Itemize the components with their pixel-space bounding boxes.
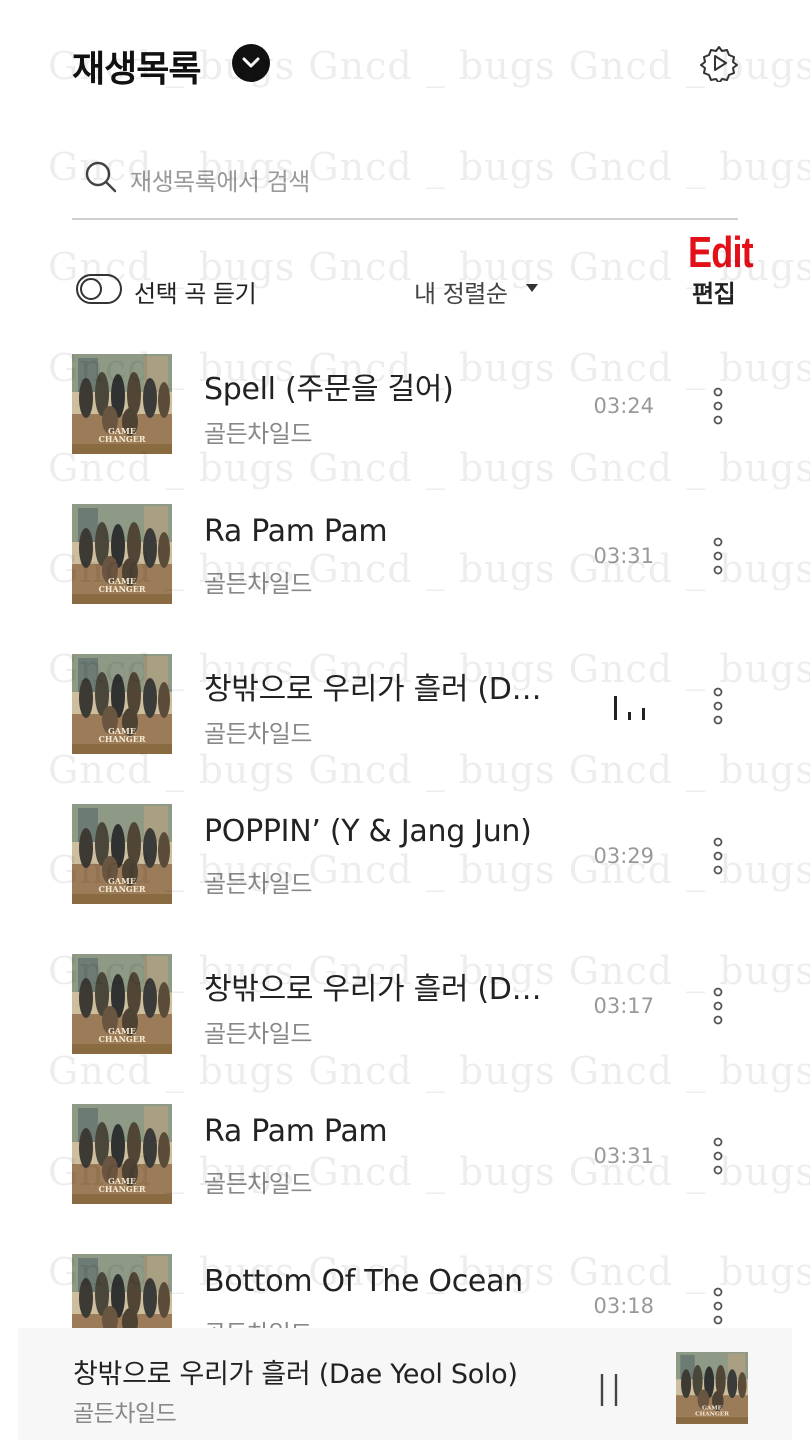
more-options-icon[interactable] <box>710 1136 726 1176</box>
search-bar[interactable]: 재생목록에서 검색 <box>72 150 738 220</box>
header: 재생목록 <box>72 38 738 90</box>
svg-text:CHANGER: CHANGER <box>98 884 145 894</box>
song-row[interactable]: GAME CHANGER Ra Pam Pam 골든차일드 03:31 <box>0 1080 810 1230</box>
song-artist: 골든차일드 <box>204 870 312 898</box>
page-title: 재생목록 <box>72 49 201 90</box>
chevron-down-icon[interactable] <box>232 44 270 82</box>
song-row[interactable]: GAME CHANGER Ra Pam Pam 골든차일드 03:31 <box>0 480 810 630</box>
song-duration: 03:18 <box>593 1294 654 1318</box>
song-row[interactable]: GAME CHANGER POPPIN’ (Y & Jang Jun) 골든차일드 03… <box>0 780 810 930</box>
song-artist: 골든차일드 <box>204 420 312 448</box>
song-title[interactable]: POPPIN’ (Y & Jang Jun) <box>204 814 564 849</box>
album-art[interactable]: GAMECHANGER <box>72 804 172 904</box>
sort-arrow-icon[interactable] <box>526 284 538 292</box>
toggle-knob <box>80 277 102 300</box>
sort-dropdown[interactable]: 내 정렬순 <box>414 274 508 309</box>
song-artist: 골든차일드 <box>204 570 312 598</box>
song-duration: 03:31 <box>593 1144 654 1168</box>
more-options-icon[interactable] <box>710 686 726 726</box>
search-input[interactable]: 재생목록에서 검색 <box>130 162 310 197</box>
select-play-toggle[interactable] <box>76 274 122 304</box>
song-row[interactable]: GAME CHANGER 창밖으로 우리가 흘러 (D… 골든차일드 <box>0 630 810 780</box>
more-options-icon[interactable] <box>710 836 726 876</box>
album-art[interactable]: GAMECHANGER <box>72 654 172 754</box>
song-title[interactable]: 창밖으로 우리가 흘러 (D… <box>204 664 564 708</box>
song-duration: 03:24 <box>593 394 654 418</box>
gear-play-icon[interactable] <box>700 44 738 84</box>
select-play-label[interactable]: 선택 곡 듣기 <box>134 274 257 309</box>
now-playing-title[interactable]: 창밖으로 우리가 흘러 (Dae Yeol Solo) <box>73 1352 518 1391</box>
now-playing-artist: 골든차일드 <box>73 1401 177 1427</box>
list-controls: 선택 곡 듣기 내 정렬순 Edit 편집 <box>72 228 754 316</box>
song-title[interactable]: Ra Pam Pam <box>204 514 564 549</box>
search-icon <box>84 160 118 198</box>
now-playing-album-art[interactable]: GAME CHANGER <box>676 1352 748 1424</box>
now-playing-bar[interactable]: 창밖으로 우리가 흘러 (Dae Yeol Solo) 골든차일드 GAME CH… <box>18 1328 792 1440</box>
album-art[interactable]: GAMECHANGER <box>72 1104 172 1204</box>
svg-text:CHANGER: CHANGER <box>98 434 145 444</box>
song-duration: 03:17 <box>593 994 654 1018</box>
song-duration: 03:31 <box>593 544 654 568</box>
svg-text:CHANGER: CHANGER <box>98 584 145 594</box>
more-options-icon[interactable] <box>710 386 726 426</box>
song-title[interactable]: Ra Pam Pam <box>204 1114 564 1149</box>
svg-text:CHANGER: CHANGER <box>695 1411 729 1417</box>
song-row[interactable]: GAME CHANGER 창밖으로 우리가 흘러 (D… 골든차일드 03:17 <box>0 930 810 1080</box>
svg-text:CHANGER: CHANGER <box>98 1184 145 1194</box>
more-options-icon[interactable] <box>710 536 726 576</box>
song-artist: 골든차일드 <box>204 1020 312 1048</box>
song-title[interactable]: 창밖으로 우리가 흘러 (D… <box>204 964 564 1008</box>
svg-text:CHANGER: CHANGER <box>98 734 145 744</box>
song-duration: 03:29 <box>593 844 654 868</box>
now-playing-equalizer-icon <box>612 696 648 720</box>
svg-text:CHANGER: CHANGER <box>98 1034 145 1044</box>
edit-annotation: Edit <box>688 228 754 277</box>
album-art[interactable]: GAMECHANGER <box>72 354 172 454</box>
album-art[interactable]: GAMECHANGER <box>72 504 172 604</box>
album-art[interactable]: GAMECHANGER <box>72 954 172 1054</box>
song-title[interactable]: Spell (주문을 걸어) <box>204 364 564 408</box>
song-row[interactable]: GAME CHANGER Spell (주문을 걸어) 골든차일드 03:24 <box>0 330 810 480</box>
more-options-icon[interactable] <box>710 1286 726 1326</box>
song-artist: 골든차일드 <box>204 720 312 748</box>
more-options-icon[interactable] <box>710 986 726 1026</box>
edit-button[interactable]: 편집 <box>692 274 736 309</box>
pause-icon[interactable] <box>598 1372 620 1408</box>
song-artist: 골든차일드 <box>204 1170 312 1198</box>
song-title[interactable]: Bottom Of The Ocean <box>204 1264 564 1299</box>
